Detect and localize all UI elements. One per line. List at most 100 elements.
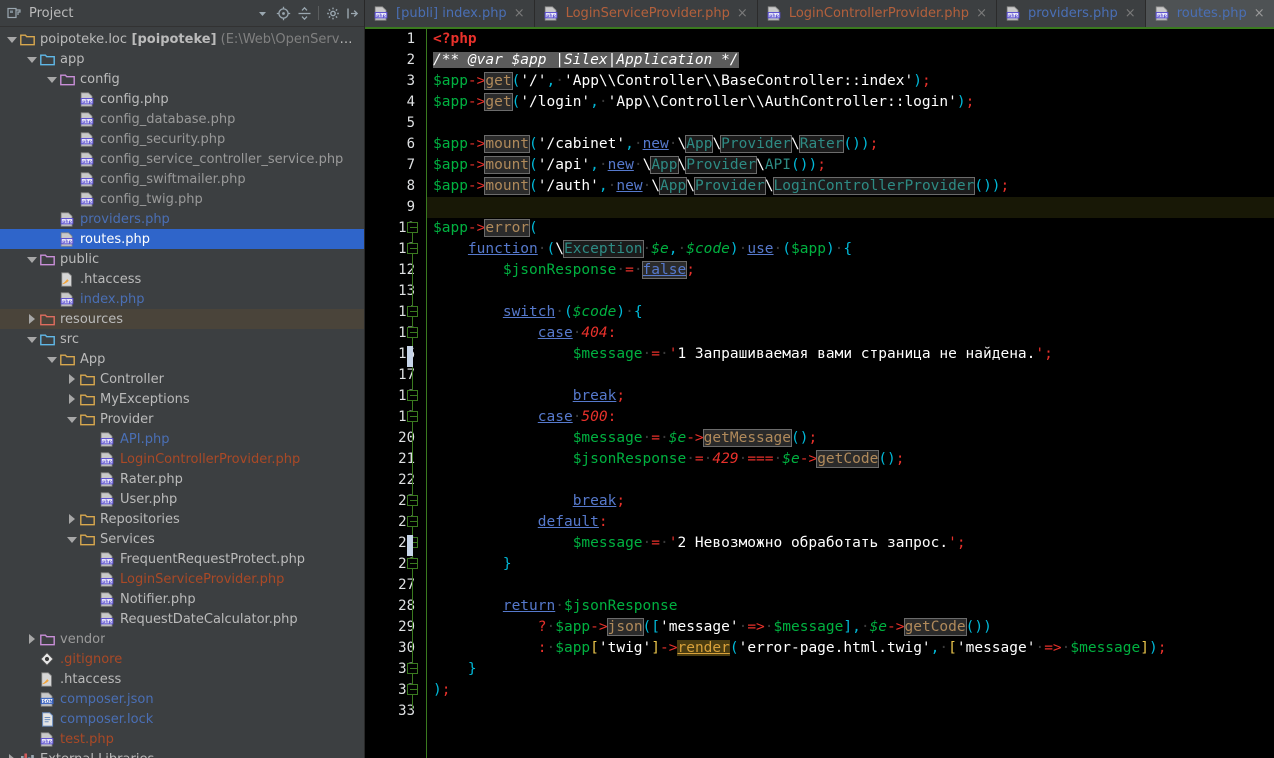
code-line[interactable]: $message·=·'1 Запрашиваемая вами страниц… <box>427 344 1274 365</box>
tree-item-app[interactable]: app <box>0 49 364 69</box>
editor-tab-loginserviceprovider-php[interactable]: php LoginServiceProvider.php × <box>534 0 758 27</box>
code-line[interactable]: break; <box>427 386 1274 407</box>
code-line[interactable]: $message·=·'2 Невозможно обработать запр… <box>427 533 1274 554</box>
code-line[interactable]: $app->get('/login',·'App\\Controller\\Au… <box>427 92 1274 113</box>
tree-expand-arrow-icon[interactable] <box>66 373 77 385</box>
code-line[interactable] <box>427 113 1274 134</box>
code-line[interactable] <box>427 701 1274 722</box>
tree-item-composer-lock[interactable]: composer.lock <box>0 709 364 729</box>
tree-item-poipoteke-loc[interactable]: poipoteke.loc [poipoteke] (E:\Web\OpenSe… <box>0 29 364 49</box>
code-line[interactable]: /** @var $app |Silex|Application */ <box>427 50 1274 71</box>
tree-expand-arrow-icon[interactable] <box>66 534 77 545</box>
tree-item--gitignore[interactable]: .gitignore <box>0 649 364 669</box>
tree-item-composer-json[interactable]: JSON composer.json <box>0 689 364 709</box>
tree-item-config-twig-php[interactable]: php config_twig.php <box>0 189 364 209</box>
editor-tab-providers-php[interactable]: php providers.php × <box>996 0 1146 27</box>
tree-expand-arrow-icon[interactable] <box>26 313 37 325</box>
tree-item-public[interactable]: public <box>0 249 364 269</box>
code-line[interactable]: $app->error( <box>427 218 1274 239</box>
code-line[interactable]: <?php <box>427 29 1274 50</box>
code-content[interactable]: <?php/** @var $app |Silex|Application */… <box>427 27 1274 758</box>
tree-expand-arrow-icon[interactable] <box>26 254 37 265</box>
tree-item-config-security-php[interactable]: php config_security.php <box>0 129 364 149</box>
code-editor[interactable]: 1234567891011121314151617181920212223242… <box>365 27 1274 758</box>
tree-item-providers-php[interactable]: php providers.php <box>0 209 364 229</box>
code-line[interactable]: $jsonResponse·=·false; <box>427 260 1274 281</box>
fold-toggle-icon[interactable] <box>407 516 418 527</box>
tree-item-config-database-php[interactable]: php config_database.php <box>0 109 364 129</box>
code-line[interactable]: case·500: <box>427 407 1274 428</box>
code-line[interactable]: return·$jsonResponse <box>427 596 1274 617</box>
locate-icon[interactable] <box>273 3 293 23</box>
code-line[interactable]: } <box>427 659 1274 680</box>
fold-toggle-icon[interactable] <box>407 495 418 506</box>
tree-item-resources[interactable]: resources <box>0 309 364 329</box>
code-line[interactable] <box>427 575 1274 596</box>
tree-item-myexceptions[interactable]: MyExceptions <box>0 389 364 409</box>
tree-item-src[interactable]: src <box>0 329 364 349</box>
collapse-all-icon[interactable] <box>294 3 314 23</box>
fold-toggle-icon[interactable] <box>407 558 418 569</box>
tree-item--htaccess[interactable]: .htaccess <box>0 269 364 289</box>
tree-item-api-php[interactable]: php API.php <box>0 429 364 449</box>
tree-item-app[interactable]: App <box>0 349 364 369</box>
code-line[interactable]: :·$app['twig']->render('error-page.html.… <box>427 638 1274 659</box>
tree-item-index-php[interactable]: php index.php <box>0 289 364 309</box>
code-line[interactable]: break; <box>427 491 1274 512</box>
fold-toggle-icon[interactable] <box>407 306 418 317</box>
project-tree[interactable]: poipoteke.loc [poipoteke] (E:\Web\OpenSe… <box>0 27 364 758</box>
fold-toggle-icon[interactable] <box>407 663 418 674</box>
line-number-gutter[interactable]: 1234567891011121314151617181920212223242… <box>365 27 427 758</box>
code-line[interactable]: switch·($code)·{ <box>427 302 1274 323</box>
tree-expand-arrow-icon[interactable] <box>6 753 17 758</box>
tree-item-config-service-controller-service-php[interactable]: php config_service_controller_service.php <box>0 149 364 169</box>
tree-item-test-php[interactable]: php test.php <box>0 729 364 749</box>
tree-item-controller[interactable]: Controller <box>0 369 364 389</box>
code-line[interactable]: $app->mount('/api',·new·\App\Provider\AP… <box>427 155 1274 176</box>
code-line[interactable]: ); <box>427 680 1274 701</box>
fold-toggle-icon[interactable] <box>407 390 418 401</box>
tree-item-user-php[interactable]: php User.php <box>0 489 364 509</box>
tree-expand-arrow-icon[interactable] <box>26 54 37 65</box>
tree-expand-arrow-icon[interactable] <box>26 334 37 345</box>
tree-expand-arrow-icon[interactable] <box>66 393 77 405</box>
tree-item-config-swiftmailer-php[interactable]: php config_swiftmailer.php <box>0 169 364 189</box>
close-icon[interactable]: × <box>1125 7 1136 20</box>
editor-tab-routes-php[interactable]: php routes.php × <box>1145 0 1274 27</box>
code-line[interactable] <box>427 470 1274 491</box>
settings-icon[interactable] <box>323 3 343 23</box>
fold-toggle-icon[interactable] <box>407 222 418 233</box>
close-icon[interactable]: × <box>1254 7 1265 20</box>
code-line[interactable]: } <box>427 554 1274 575</box>
tree-expand-arrow-icon[interactable] <box>46 354 57 365</box>
tree-item-config-php[interactable]: php config.php <box>0 89 364 109</box>
tree-item-provider[interactable]: Provider <box>0 409 364 429</box>
tree-item-services[interactable]: Services <box>0 529 364 549</box>
tree-item-notifier-php[interactable]: php Notifier.php <box>0 589 364 609</box>
tree-item-logincontrollerprovider-php[interactable]: php LoginControllerProvider.php <box>0 449 364 469</box>
code-line[interactable]: case·404: <box>427 323 1274 344</box>
code-line[interactable] <box>427 281 1274 302</box>
code-line[interactable]: $app->mount('/cabinet',·new·\App\Provide… <box>427 134 1274 155</box>
code-line[interactable]: function·(\Exception·$e,·$code)·use·($ap… <box>427 239 1274 260</box>
tree-expand-arrow-icon[interactable] <box>6 34 17 45</box>
close-icon[interactable]: × <box>976 7 987 20</box>
code-line[interactable]: default: <box>427 512 1274 533</box>
tree-item-requestdatecalculator-php[interactable]: php RequestDateCalculator.php <box>0 609 364 629</box>
tree-item-routes-php[interactable]: php routes.php <box>0 229 364 249</box>
tree-item-vendor[interactable]: vendor <box>0 629 364 649</box>
fold-toggle-icon[interactable] <box>407 411 418 422</box>
tree-item-frequentrequestprotect-php[interactable]: php FrequentRequestProtect.php <box>0 549 364 569</box>
code-line[interactable] <box>427 365 1274 386</box>
code-line[interactable]: $app->get('/',·'App\\Controller\\BaseCon… <box>427 71 1274 92</box>
tree-item--htaccess[interactable]: .htaccess <box>0 669 364 689</box>
tree-expand-arrow-icon[interactable] <box>66 414 77 425</box>
tree-expand-arrow-icon[interactable] <box>26 633 37 645</box>
code-line[interactable]: $app->mount('/auth',·new·\App\Provider\L… <box>427 176 1274 197</box>
editor-tab-logincontrollerprovider-php[interactable]: php LoginControllerProvider.php × <box>757 0 997 27</box>
code-line[interactable]: $message·=·$e->getMessage(); <box>427 428 1274 449</box>
chevron-down-icon[interactable] <box>252 3 272 23</box>
close-icon[interactable]: × <box>514 7 525 20</box>
tree-expand-arrow-icon[interactable] <box>66 513 77 525</box>
editor-tab-bar[interactable]: php [publi] index.php × php LoginServiceProv… <box>365 0 1274 27</box>
